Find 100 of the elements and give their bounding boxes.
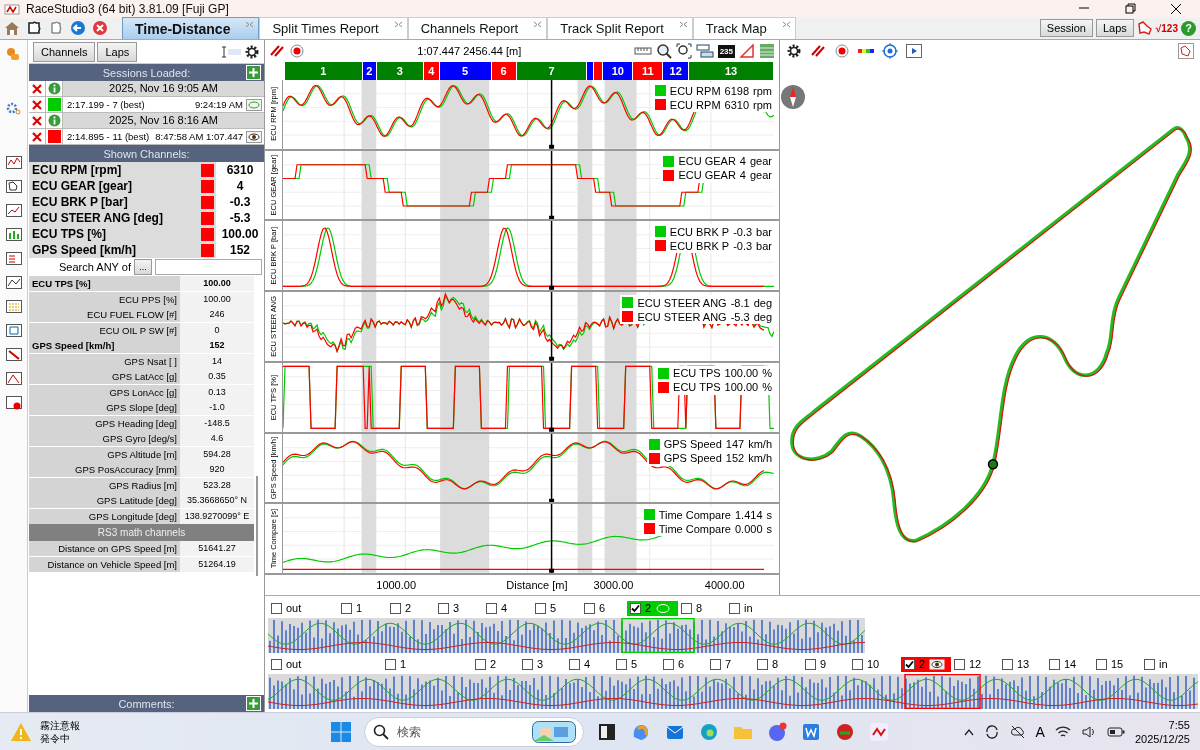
table-icon[interactable] [4, 298, 23, 314]
lap-checkbox[interactable]: 5 [532, 600, 581, 616]
browse-button[interactable]: ... [133, 259, 152, 275]
lap-checkbox[interactable]: 2 [472, 656, 519, 672]
settings-icon[interactable] [786, 43, 802, 59]
bar-chart-icon[interactable] [4, 226, 23, 242]
input-mode-indicator[interactable]: A [1035, 723, 1045, 740]
tab[interactable]: Split Times Report [259, 17, 408, 39]
lap-checkbox[interactable]: 2 [901, 656, 951, 672]
record-icon[interactable] [289, 43, 305, 59]
ruler-icon[interactable] [633, 45, 652, 57]
help-button[interactable]: ? [1181, 20, 1196, 36]
wifi-icon[interactable] [1054, 724, 1071, 739]
counter-button[interactable]: 235 [717, 44, 735, 58]
triangle-icon[interactable] [739, 43, 755, 59]
tab[interactable]: Channels Report [407, 17, 548, 39]
lap-checkbox[interactable]: 12 [951, 656, 999, 672]
track-icon[interactable] [4, 322, 23, 338]
lap-checkbox[interactable]: 6 [660, 656, 707, 672]
racing-app-icon[interactable] [868, 720, 890, 743]
tab-close-icon[interactable] [781, 21, 791, 28]
lap-checkbox[interactable]: 7 [707, 656, 754, 672]
sync-icon[interactable] [983, 723, 1000, 740]
remove-icon[interactable] [32, 115, 42, 126]
eye-icon[interactable] [246, 130, 262, 143]
lap-checkbox[interactable]: 2 [627, 600, 678, 616]
lap-checkbox[interactable]: 1 [338, 600, 387, 616]
search-field[interactable] [154, 259, 262, 275]
lap-checkbox[interactable]: 1 [382, 656, 472, 672]
curve-icon[interactable] [4, 370, 23, 386]
settings-icon[interactable] [244, 43, 260, 60]
tab[interactable]: Track Split Report [547, 17, 693, 39]
list-icon[interactable] [4, 250, 23, 266]
caret-icon[interactable] [963, 727, 974, 736]
add-button[interactable] [246, 696, 261, 711]
info-icon[interactable] [47, 82, 61, 95]
lap-checkbox[interactable]: 3 [435, 600, 483, 616]
zoom-fit-icon[interactable] [675, 43, 692, 59]
stripes-icon[interactable] [810, 43, 826, 59]
tab-close-icon[interactable] [393, 21, 403, 28]
lap-checkbox[interactable]: out [268, 656, 382, 672]
chat-app-icon[interactable] [766, 720, 788, 743]
stripes-icon[interactable] [269, 43, 285, 59]
map-icon[interactable] [1178, 43, 1194, 59]
lap-checkbox[interactable]: 5 [613, 656, 660, 672]
lap-checkbox[interactable]: 8 [754, 656, 802, 672]
color-scale-icon[interactable] [858, 47, 874, 55]
speaker-icon[interactable] [1080, 724, 1097, 739]
chart-icon[interactable] [4, 274, 23, 290]
remove-icon[interactable] [32, 131, 42, 142]
cloud-off-icon[interactable] [1009, 723, 1026, 740]
lap-checkbox[interactable]: 4 [566, 656, 613, 672]
lap-checkbox[interactable]: 8 [678, 600, 726, 616]
lap-checkbox[interactable]: 3 [519, 656, 566, 672]
record-icon[interactable] [4, 394, 23, 410]
tab-close-icon[interactable] [533, 21, 543, 28]
home-icon[interactable] [4, 20, 20, 36]
tab[interactable]: Track Map [692, 17, 796, 39]
panel-button[interactable]: Laps [97, 41, 138, 62]
battery-icon[interactable] [1106, 725, 1125, 738]
add-button[interactable] [246, 65, 261, 80]
toolbar-button[interactable]: Session [1039, 19, 1093, 37]
lap-checkbox[interactable]: 10 [849, 656, 901, 672]
remove-icon[interactable] [32, 99, 42, 110]
lap-checkbox[interactable]: 13 [999, 656, 1046, 672]
lap-checkbox[interactable]: 15 [1093, 656, 1141, 672]
remove-icon[interactable] [32, 83, 42, 94]
eye-icon[interactable] [929, 658, 946, 670]
close-icon[interactable] [1170, 3, 1182, 15]
tab-close-icon[interactable] [678, 21, 688, 28]
map-icon[interactable] [4, 178, 23, 194]
target-icon[interactable] [882, 43, 898, 59]
compass-icon[interactable] [780, 84, 806, 110]
tab[interactable]: Time-Distance [122, 17, 260, 39]
lap-checkbox[interactable]: in [1141, 656, 1181, 672]
record-icon[interactable] [834, 43, 850, 59]
back-icon[interactable] [70, 20, 86, 36]
puzzle-outline-icon[interactable] [48, 20, 64, 36]
restore-icon[interactable] [1124, 3, 1136, 15]
window-icon[interactable] [695, 43, 714, 59]
lap-checkbox[interactable]: in [726, 600, 766, 616]
lap-checkbox[interactable]: 9 [802, 656, 849, 672]
panel-button[interactable]: Channels [33, 41, 96, 62]
graph-icon[interactable] [4, 154, 23, 170]
lap-checkbox[interactable]: out [268, 600, 338, 616]
gear-icon[interactable] [4, 100, 23, 116]
lap-checkbox[interactable]: 2 [387, 600, 435, 616]
toolbar-button[interactable]: Laps [1095, 19, 1134, 37]
start-icon[interactable] [330, 720, 352, 743]
lap-checkbox[interactable]: 4 [483, 600, 532, 616]
play-icon[interactable] [906, 44, 922, 58]
math-button[interactable]: √123 [1155, 22, 1178, 34]
lap-checkbox[interactable]: 6 [581, 600, 627, 616]
zoom-in-icon[interactable] [655, 43, 672, 59]
track-icon[interactable] [1136, 20, 1153, 36]
scatter-icon[interactable] [4, 202, 23, 218]
tab-close-icon[interactable] [245, 21, 255, 28]
lap-checkbox[interactable]: 14 [1046, 656, 1093, 672]
puzzle-icon[interactable] [26, 20, 42, 36]
info-icon[interactable] [47, 114, 61, 127]
